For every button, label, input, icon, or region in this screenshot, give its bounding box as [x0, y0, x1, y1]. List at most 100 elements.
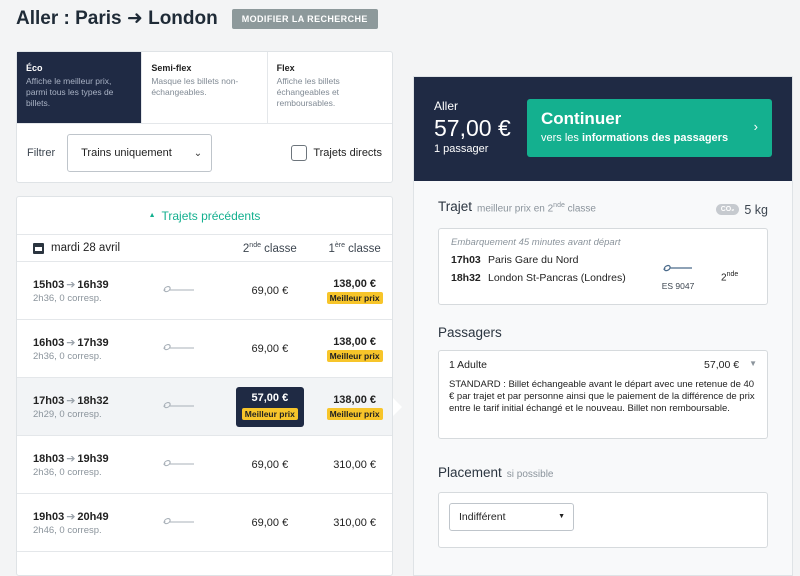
trip-duration: 2h29, 0 corresp. [33, 408, 102, 420]
travel-class: 2nde [721, 270, 739, 283]
direct-trips-toggle[interactable]: Trajets directs [291, 145, 382, 161]
fare-conditions: STANDARD : Billet échangeable avant le d… [449, 378, 755, 414]
co2-info: CO₂ 5 kg [715, 203, 768, 217]
fare-tab-semi-flex[interactable]: Semi-flex Masque les billets non-échange… [142, 52, 268, 123]
table-row[interactable]: 18h03 ➔ 19h39 2h36, 0 corresp. 69,00 € 310,00… [17, 436, 392, 494]
first-class-price[interactable]: 138,00 € Meilleur prix [326, 336, 383, 362]
eurostar-logo [161, 456, 223, 474]
first-class-price[interactable]: 138,00 € Meilleur prix [326, 394, 383, 420]
second-class-cell: 57,00 € Meilleur prix [222, 386, 317, 427]
modify-search-button[interactable]: MODIFIER LA RECHERCHE [231, 8, 378, 29]
train-number: ES 9047 [661, 280, 695, 291]
chevron-down-icon: ⌄ [193, 147, 203, 159]
train-type-select[interactable]: Trains uniquement ⌄ [67, 134, 213, 172]
departure-time: 17h03 [451, 253, 481, 266]
results-column: Éco Affiche le meilleur prix, parmi tous… [16, 51, 393, 576]
table-row[interactable]: 19h03 ➔ 20h49 2h46, 0 corresp. 69,00 € 310,00… [17, 494, 392, 552]
fare-tab-desc: Masque les billets non-échangeables. [151, 76, 239, 97]
placement-subtitle: si possible [506, 468, 554, 480]
departure-line: 17h03 Paris Gare du Nord [451, 254, 755, 266]
booking-summary-panel: Aller 57,00 € 1 passager Continuer vers … [413, 76, 793, 576]
selection-pointer [393, 398, 402, 416]
arrow-right-icon: ➔ [66, 510, 76, 523]
filter-label: Filtrer [27, 147, 56, 159]
trajet-heading: Trajet meilleur prix en 2nde classe CO₂ … [438, 199, 768, 217]
first-class-cell: 310,00 € [317, 517, 392, 529]
previous-trips-link[interactable]: ▲ Trajets précédents [17, 197, 392, 235]
trip-details-box: Embarquement 45 minutes avant départ 17h… [438, 227, 768, 305]
results-header: mardi 28 avril 2nde classe 1ère classe [17, 235, 392, 262]
first-class-price[interactable]: 310,00 € [333, 459, 376, 471]
trip-duration: 2h36, 0 corresp. [33, 292, 102, 304]
arrow-right-icon: ➔ [66, 394, 76, 407]
first-class-cell: 138,00 € Meilleur prix [317, 336, 392, 362]
departure-station: Paris Gare du Nord [488, 253, 579, 266]
first-class-cell: 310,00 € [317, 459, 392, 471]
trip-times: 19h03 ➔ 20h49 2h46, 0 corresp. [33, 510, 161, 536]
second-class-cell: 69,00 € [222, 517, 317, 529]
fare-tab-flex[interactable]: Flex Affiche les billets échangeables et… [268, 52, 392, 123]
placement-box: Indifférent ▼ [438, 491, 768, 548]
arrival-line: 18h32 London St-Pancras (Londres) [451, 272, 755, 284]
previous-trips-label: Trajets précédents [161, 208, 261, 223]
chevron-right-icon: › [753, 119, 758, 134]
trip-schedule: 16h03 ➔ 17h39 [33, 336, 109, 349]
placement-heading: Placement si possible [438, 465, 768, 480]
caret-down-icon: ▼ [558, 513, 565, 520]
trip-schedule: 17h03 ➔ 18h32 [33, 394, 109, 407]
caret-down-icon[interactable]: ▼ [749, 359, 757, 371]
first-class-price[interactable]: 138,00 € Meilleur prix [326, 278, 383, 304]
continue-sublabel: vers les informations des passagers [541, 132, 729, 144]
seat-preference-value: Indifférent [459, 510, 506, 523]
passenger-box[interactable]: 1 Adulte 57,00 € ▼ STANDARD : Billet éch… [438, 349, 768, 439]
passenger-type: 1 Adulte [449, 358, 487, 371]
direction-label: Aller [434, 99, 459, 113]
continue-label: Continuer [541, 109, 622, 128]
arrow-right-icon: ➔ [66, 278, 76, 291]
eurostar-logo [161, 514, 223, 532]
arrival-station: London St-Pancras (Londres) [488, 271, 626, 284]
table-row[interactable]: 16h03 ➔ 17h39 2h36, 0 corresp. 69,00 € 138,00… [17, 320, 392, 378]
best-price-badge: Meilleur prix [241, 407, 298, 420]
trip-times: 16h03 ➔ 17h39 2h36, 0 corresp. [33, 336, 161, 362]
trip-duration: 2h36, 0 corresp. [33, 350, 102, 362]
passenger-price: 57,00 € [704, 358, 740, 371]
calendar-icon [33, 242, 44, 254]
co2-icon: CO₂ [715, 204, 740, 215]
second-class-cell: 69,00 € [222, 285, 317, 297]
fare-tabs: Éco Affiche le meilleur prix, parmi tous… [17, 52, 392, 124]
first-class-cell: 138,00 € Meilleur prix [317, 394, 392, 420]
trip-times: 18h03 ➔ 19h39 2h36, 0 corresp. [33, 452, 161, 478]
trajet-title: Trajet [438, 199, 473, 214]
second-class-price[interactable]: 57,00 € Meilleur prix [235, 386, 304, 427]
fare-filter-card: Éco Affiche le meilleur prix, parmi tous… [16, 51, 393, 183]
seat-preference-select[interactable]: Indifférent ▼ [449, 502, 574, 531]
table-row[interactable]: 17h03 ➔ 18h32 2h29, 0 corresp. 57,00 € Meille… [17, 378, 392, 436]
second-class-cell: 69,00 € [222, 459, 317, 471]
eurostar-logo [161, 398, 223, 416]
second-class-price[interactable]: 69,00 € [251, 343, 288, 355]
trip-schedule: 15h03 ➔ 16h39 [33, 278, 109, 291]
trip-times: 17h03 ➔ 18h32 2h29, 0 corresp. [33, 394, 161, 420]
first-class-heading: 1ère classe [328, 241, 381, 255]
total-amount: 57,00 € [434, 115, 511, 141]
fare-tab-name: Semi-flex [151, 63, 192, 73]
trip-duration: 2h36, 0 corresp. [33, 466, 102, 478]
second-class-price[interactable]: 69,00 € [251, 517, 288, 529]
boarding-note: Embarquement 45 minutes avant départ [451, 236, 621, 248]
train-type-value: Trains uniquement [81, 147, 172, 159]
first-class-price[interactable]: 310,00 € [333, 517, 376, 529]
passenger-count: 1 passager [434, 143, 489, 155]
passengers-title: Passagers [438, 324, 502, 340]
second-class-price[interactable]: 69,00 € [251, 285, 288, 297]
trip-schedule: 18h03 ➔ 19h39 [33, 452, 109, 465]
continue-button[interactable]: Continuer vers les informations des pass… [527, 99, 772, 157]
best-price-badge: Meilleur prix [326, 349, 383, 362]
fare-tab-desc: Affiche le meilleur prix, parmi tous les… [26, 76, 114, 108]
trip-times: 15h03 ➔ 16h39 2h36, 0 corresp. [33, 278, 161, 304]
table-row[interactable]: 15h03 ➔ 16h39 2h36, 0 corresp. 69,00 € 138,00… [17, 262, 392, 320]
fare-tab-eco[interactable]: Éco Affiche le meilleur prix, parmi tous… [17, 52, 143, 123]
second-class-price[interactable]: 69,00 € [251, 459, 288, 471]
results-rows: 15h03 ➔ 16h39 2h36, 0 corresp. 69,00 €138,00… [17, 262, 392, 552]
direct-trips-checkbox[interactable] [291, 145, 308, 161]
